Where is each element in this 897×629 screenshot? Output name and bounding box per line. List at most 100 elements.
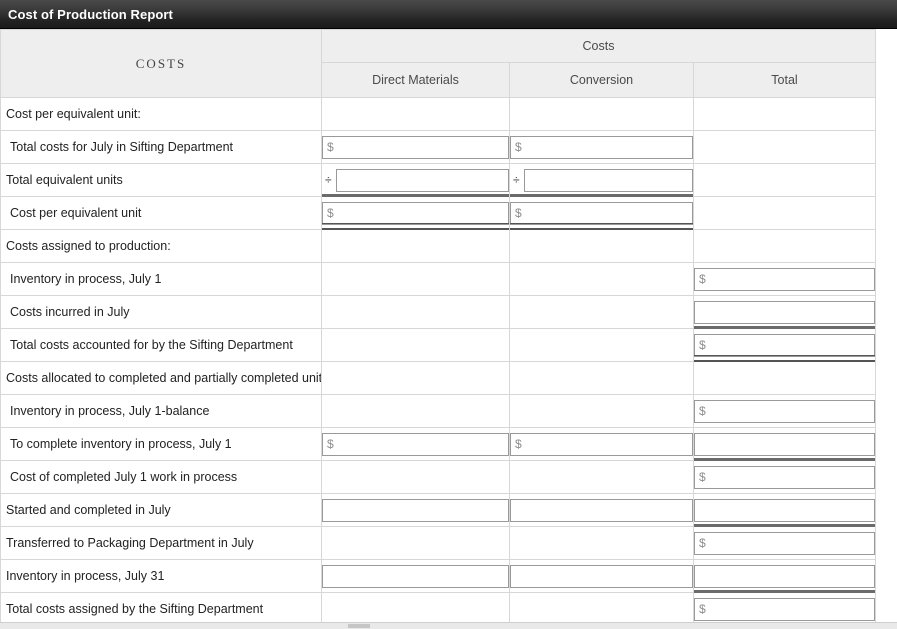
cell-total — [693, 559, 876, 593]
amount-input-direct_materials[interactable] — [322, 498, 509, 522]
cell-conversion — [509, 493, 694, 527]
row-label: Total costs accounted for by the Sifting… — [0, 328, 322, 362]
divide-operator-icon: ÷ — [325, 173, 332, 187]
divide-operator-icon: ÷ — [513, 173, 520, 187]
cell-direct_materials: ÷ — [321, 163, 510, 197]
cell-total-empty — [693, 130, 876, 164]
cell-conversion-empty — [509, 394, 694, 428]
window-title-bar: Cost of Production Report — [0, 0, 897, 29]
amount-input-total[interactable] — [694, 333, 875, 357]
cell-total — [693, 427, 876, 461]
cell-total-empty — [693, 229, 876, 263]
cell-direct_materials-empty — [321, 229, 510, 263]
cell-conversion — [509, 196, 694, 230]
cell-total — [693, 295, 876, 329]
row-label-text: Inventory in process, July 31 — [6, 569, 165, 583]
column-header-direct-materials: Direct Materials — [321, 61, 510, 99]
cell-total — [693, 328, 876, 362]
amount-input-total[interactable] — [694, 597, 875, 621]
cell-direct_materials — [321, 130, 510, 164]
cell-conversion: ÷ — [509, 163, 694, 197]
column-header-costs-label: COSTS — [0, 29, 322, 98]
amount-input-total[interactable] — [694, 465, 875, 489]
table-row: Total costs accounted for by the Sifting… — [0, 328, 876, 362]
table-row: Cost per equivalent unit: — [0, 97, 876, 131]
row-label: Inventory in process, July 1-balance — [0, 394, 322, 428]
row-label-text: Costs assigned to production: — [6, 239, 171, 253]
amount-input-total[interactable] — [694, 564, 875, 588]
cell-conversion-empty — [509, 229, 694, 263]
table-body: Cost per equivalent unit: Total costs for… — [0, 97, 876, 623]
cell-direct_materials-empty — [321, 592, 510, 623]
amount-input-total[interactable] — [694, 300, 875, 324]
row-label: Cost per equivalent unit — [0, 196, 322, 230]
amount-input-conversion[interactable] — [510, 498, 693, 522]
cell-conversion-empty — [509, 460, 694, 494]
cell-conversion — [509, 559, 694, 593]
table-header: COSTS Costs Direct Materials Conversion … — [0, 29, 876, 99]
row-label: Inventory in process, July 1 — [0, 262, 322, 296]
row-label-text: Total costs assigned by the Sifting Depa… — [6, 602, 264, 616]
amount-input-total[interactable] — [694, 531, 875, 555]
cell-direct_materials-empty — [321, 460, 510, 494]
table-row: Inventory in process, July 31 — [0, 559, 876, 593]
amount-input-conversion[interactable] — [510, 201, 693, 225]
amount-input-conversion[interactable] — [524, 168, 693, 192]
column-group-header-costs: Costs — [321, 29, 876, 63]
amount-input-direct_materials[interactable] — [322, 135, 509, 159]
cell-total — [693, 394, 876, 428]
row-label: Inventory in process, July 31 — [0, 559, 322, 593]
amount-input-conversion[interactable] — [510, 135, 693, 159]
cell-direct_materials-empty — [321, 361, 510, 395]
column-header-conversion: Conversion — [509, 61, 694, 99]
cell-total — [693, 460, 876, 494]
table-row: Cost of completed July 1 work in process — [0, 460, 876, 494]
table-row: Costs assigned to production: — [0, 229, 876, 263]
table-row: Inventory in process, July 1-balance — [0, 394, 876, 428]
row-label: Total costs for July in Sifting Departme… — [0, 130, 322, 164]
amount-input-conversion[interactable] — [510, 564, 693, 588]
amount-input-total[interactable] — [694, 399, 875, 423]
cell-total-empty — [693, 163, 876, 197]
amount-input-total[interactable] — [694, 267, 875, 291]
cell-conversion-empty — [509, 592, 694, 623]
cell-total — [693, 592, 876, 623]
row-label: To complete inventory in process, July 1 — [0, 427, 322, 461]
amount-input-total[interactable] — [694, 432, 875, 456]
cell-direct_materials — [321, 559, 510, 593]
scrollbar-thumb[interactable] — [348, 624, 370, 628]
amount-input-direct_materials[interactable] — [322, 564, 509, 588]
row-label-text: Total equivalent units — [6, 173, 123, 187]
cell-direct_materials-empty — [321, 262, 510, 296]
cell-direct_materials-empty — [321, 526, 510, 560]
amount-input-total[interactable] — [694, 498, 875, 522]
cell-total-empty — [693, 97, 876, 131]
cell-conversion-empty — [509, 262, 694, 296]
cell-conversion-empty — [509, 295, 694, 329]
report-scroll-area[interactable]: COSTS Costs Direct Materials Conversion … — [0, 29, 897, 623]
cell-conversion — [509, 130, 694, 164]
cell-total — [693, 493, 876, 527]
row-label-text: Total costs accounted for by the Sifting… — [10, 338, 293, 352]
cell-total-empty — [693, 196, 876, 230]
amount-input-direct_materials[interactable] — [322, 201, 509, 225]
cell-direct_materials — [321, 493, 510, 527]
table-row: Total costs assigned by the Sifting Depa… — [0, 592, 876, 623]
table-row: Total equivalent units ÷ ÷ — [0, 163, 876, 197]
row-label: Costs incurred in July — [0, 295, 322, 329]
row-label-text: To complete inventory in process, July 1 — [10, 437, 232, 451]
row-label: Transferred to Packaging Department in J… — [0, 526, 322, 560]
amount-input-conversion[interactable] — [510, 432, 693, 456]
row-label-text: Inventory in process, July 1 — [10, 272, 162, 286]
cell-conversion-empty — [509, 526, 694, 560]
row-label: Total costs assigned by the Sifting Depa… — [0, 592, 322, 623]
row-label-text: Cost of completed July 1 work in process — [10, 470, 238, 484]
amount-input-direct_materials[interactable] — [336, 168, 509, 192]
amount-input-direct_materials[interactable] — [322, 432, 509, 456]
table-row: Cost per equivalent unit — [0, 196, 876, 230]
cell-direct_materials-empty — [321, 394, 510, 428]
row-label-text: Started and completed in July — [6, 503, 171, 517]
row-label-text: Inventory in process, July 1-balance — [10, 404, 210, 418]
table-row: Inventory in process, July 1 — [0, 262, 876, 296]
row-label-text: Transferred to Packaging Department in J… — [6, 536, 254, 550]
